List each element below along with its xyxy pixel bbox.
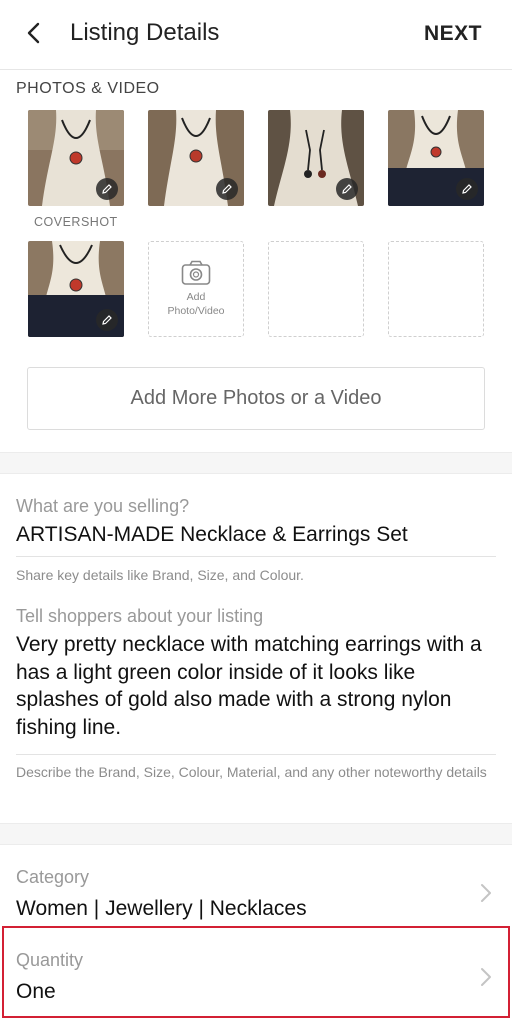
empty-photo-slot[interactable] — [268, 241, 364, 337]
quantity-value: One — [16, 980, 56, 1003]
back-button[interactable] — [18, 18, 48, 48]
chevron-right-icon — [481, 884, 491, 902]
pencil-icon — [222, 184, 232, 194]
title-input[interactable]: ARTISAN-MADE Necklace & Earrings Set — [16, 523, 408, 547]
edit-photo-button[interactable] — [96, 309, 118, 331]
pencil-icon — [462, 184, 472, 194]
category-label: Category — [16, 867, 90, 887]
add-photo-label-line1: Add — [186, 291, 206, 303]
photos-section-label: PHOTOS & VIDEO — [16, 80, 160, 97]
description-hint: Describe the Brand, Size, Colour, Materi… — [16, 764, 487, 780]
empty-photo-slot[interactable] — [388, 241, 484, 337]
edit-photo-button[interactable] — [336, 178, 358, 200]
description-underline — [16, 754, 496, 755]
title-hint: Share key details like Brand, Size, and … — [16, 567, 304, 583]
pencil-icon — [342, 184, 352, 194]
add-photo-label: Add Photo/Video — [167, 290, 224, 318]
pencil-icon — [102, 315, 112, 325]
photo-thumbnail-4[interactable] — [388, 110, 484, 206]
photo-thumbnail-3[interactable] — [268, 110, 364, 206]
title-field-label: What are you selling? — [16, 496, 190, 516]
description-field-label: Tell shoppers about your listing — [16, 606, 264, 626]
page-title: Listing Details — [70, 19, 220, 46]
add-photo-label-line2: Photo/Video — [167, 305, 225, 317]
photo-thumbnail-5[interactable] — [28, 241, 124, 337]
quantity-label: Quantity — [16, 950, 84, 970]
edit-photo-button[interactable] — [96, 178, 118, 200]
add-photo-slot[interactable]: Add Photo/Video — [148, 241, 244, 337]
next-button[interactable]: NEXT — [424, 20, 482, 48]
category-value: Women | Jewellery | Necklaces — [16, 897, 307, 920]
camera-icon — [181, 260, 211, 285]
edit-photo-button[interactable] — [456, 178, 478, 200]
photo-thumbnail-1[interactable] — [28, 110, 124, 206]
chevron-right-icon — [481, 968, 491, 986]
chevron-left-icon — [27, 22, 40, 44]
section-divider — [0, 823, 512, 845]
photo-thumbnail-2[interactable] — [148, 110, 244, 206]
coverhot-label: COVERSHOT — [34, 215, 118, 229]
add-more-photos-button[interactable]: Add More Photos or a Video — [27, 367, 485, 430]
title-underline — [16, 556, 496, 557]
description-input[interactable]: Very pretty necklace with matching earri… — [16, 631, 496, 741]
section-divider — [0, 452, 512, 474]
top-bar: Listing Details NEXT — [0, 0, 512, 70]
edit-photo-button[interactable] — [216, 178, 238, 200]
category-row[interactable]: Category Women | Jewellery | Necklaces — [0, 846, 512, 926]
quantity-row[interactable]: Quantity One — [0, 926, 512, 1018]
pencil-icon — [102, 184, 112, 194]
